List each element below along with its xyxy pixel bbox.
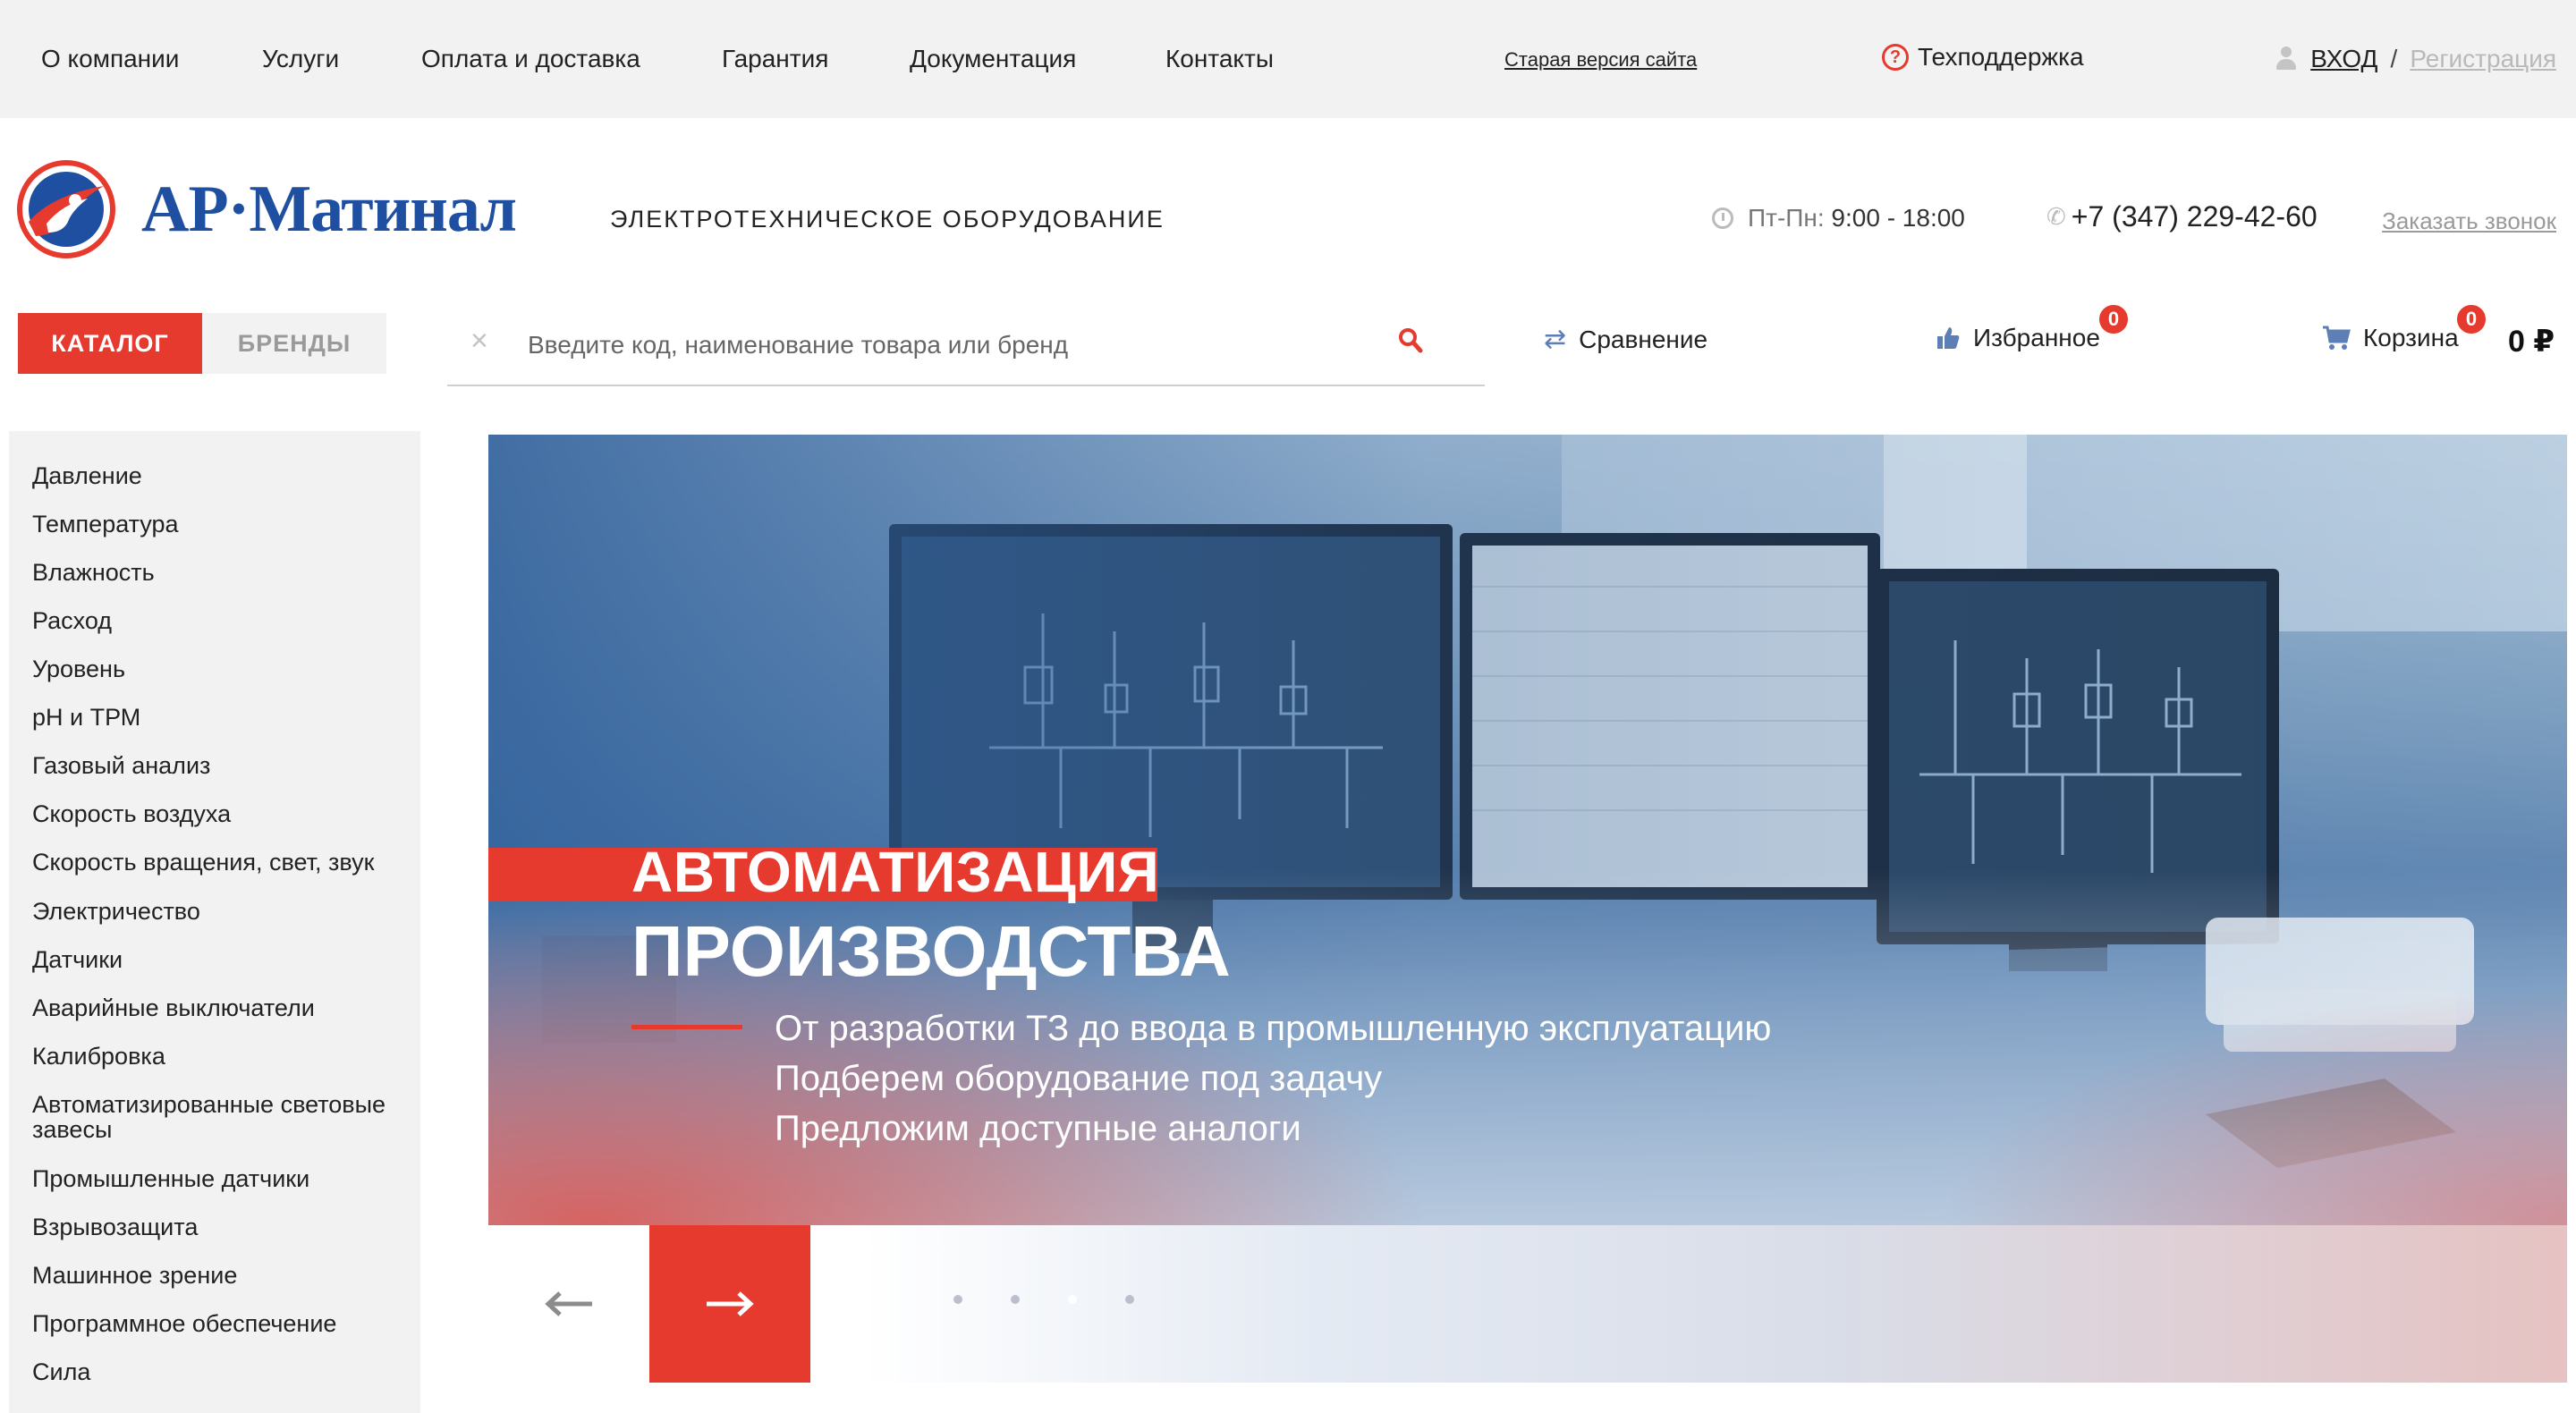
sidebar-item-level[interactable]: Уровень <box>9 656 420 681</box>
nav-link-services[interactable]: Услуги <box>262 45 339 73</box>
search-bar: × <box>447 313 1485 386</box>
sidebar-item-emergency-switches[interactable]: Аварийные выключатели <box>9 995 420 1020</box>
compare-label: Сравнение <box>1579 325 1708 353</box>
search-icon[interactable] <box>1397 326 1424 358</box>
hero-subtitle-line1: От разработки ТЗ до ввода в промышленную… <box>775 1009 1772 1048</box>
favorites-count-badge: 0 <box>2097 302 2131 336</box>
arrow-left-icon <box>545 1291 592 1316</box>
register-link[interactable]: Регистрация <box>2410 45 2556 73</box>
working-hours: Пт-Пн: 9:00 - 18:00 <box>1712 204 1965 233</box>
hero-subtitle-line2: Подберем оборудование под задачу <box>775 1059 1383 1098</box>
tab-brands[interactable]: БРЕНДЫ <box>202 313 386 374</box>
sidebar-item-power[interactable]: Сила <box>9 1359 420 1384</box>
nav-link-documentation[interactable]: Документация <box>910 45 1076 73</box>
hero-title-line2: ПРОИЗВОДСТВА <box>631 911 1231 991</box>
question-circle-icon: ? <box>1882 44 1909 71</box>
sidebar-item-sensors[interactable]: Датчики <box>9 947 420 972</box>
top-bar: О компании Услуги Оплата и доставка Гара… <box>0 0 2576 118</box>
company-tagline: ЭЛЕКТРОТЕХНИЧЕСКОЕ ОБОРУДОВАНИЕ <box>610 206 1165 233</box>
cart-count-badge: 0 <box>2454 302 2488 336</box>
sidebar-item-light-curtains[interactable]: Автоматизированные световые завесы <box>9 1092 420 1142</box>
nav-link-warranty[interactable]: Гарантия <box>722 45 828 73</box>
sidebar-item-machine-vision[interactable]: Машинное зрение <box>9 1263 420 1288</box>
logo-text: АР·Матинал <box>141 172 517 246</box>
favorites-label: Избранное <box>1973 324 2100 351</box>
cart-button[interactable]: Корзина <box>2322 324 2459 352</box>
clock-icon <box>1712 207 1733 229</box>
slider-dot-2[interactable] <box>1011 1295 1020 1304</box>
cart-total: 0 ₽ <box>2508 325 2555 359</box>
hours-value: 9:00 - 18:00 <box>1831 204 1965 232</box>
sidebar-item-ph[interactable]: pH и ТРМ <box>9 705 420 730</box>
sidebar-item-industrial-sensors[interactable]: Промышленные датчики <box>9 1166 420 1191</box>
support-label: Техподдержка <box>1918 43 2084 71</box>
logo-emblem-icon <box>17 160 115 258</box>
user-icon <box>2275 47 2298 72</box>
compare-button[interactable]: ⇄ Сравнение <box>1544 324 1707 355</box>
sidebar-item-temperature[interactable]: Температура <box>9 512 420 537</box>
arrow-right-icon <box>707 1291 754 1316</box>
login-link[interactable]: ВХОД <box>2310 45 2377 73</box>
close-icon[interactable]: × <box>470 324 488 359</box>
cart-label: Корзина <box>2363 324 2459 351</box>
hero-subtitle-line3: Предложим доступные аналоги <box>775 1109 1301 1148</box>
catalog-sidebar: Давление Температура Влажность Расход Ур… <box>9 431 420 1413</box>
sidebar-item-pressure[interactable]: Давление <box>9 463 420 488</box>
sidebar-item-calibration[interactable]: Калибровка <box>9 1044 420 1069</box>
nav-link-payment[interactable]: Оплата и доставка <box>421 45 640 73</box>
slider-next-button[interactable] <box>649 1225 810 1383</box>
sidebar-item-explosion-protection[interactable]: Взрывозащита <box>9 1214 420 1240</box>
auth-links: ВХОД / Регистрация <box>2275 45 2556 73</box>
hero-title-line1: АВТОМАТИЗАЦИЯ <box>631 840 1160 904</box>
sidebar-item-rotation-light-sound[interactable]: Скорость вращения, свет, звук <box>9 850 420 875</box>
slider-prev-button[interactable] <box>488 1225 649 1383</box>
sidebar-item-air-speed[interactable]: Скорость воздуха <box>9 801 420 826</box>
nav-link-contacts[interactable]: Контакты <box>1165 45 1274 73</box>
phone-icon: ✆ <box>2046 203 2066 230</box>
sidebar-item-gas-analysis[interactable]: Газовый анализ <box>9 753 420 778</box>
hero-banner[interactable]: АВТОМАТИЗАЦИЯ ПРОИЗВОДСТВА От разработки… <box>488 435 2567 1225</box>
cart-icon <box>2323 326 2351 350</box>
hero-divider <box>631 1025 742 1029</box>
nav-link-about[interactable]: О компании <box>41 45 179 73</box>
old-site-link[interactable]: Старая версия сайта <box>1504 48 1697 72</box>
slider-controls <box>488 1225 2567 1383</box>
thumbs-up-icon <box>1937 327 1960 349</box>
slider-dots <box>953 1295 1134 1304</box>
logo[interactable]: АР·Матинал <box>16 159 517 259</box>
favorites-button[interactable]: Избранное <box>1936 324 2100 352</box>
search-input[interactable] <box>528 326 1368 365</box>
hours-label: Пт-Пн: <box>1748 204 1825 232</box>
phone-link[interactable]: ✆ +7 (347) 229-42-60 <box>2046 200 2318 233</box>
phone-number: +7 (347) 229-42-60 <box>2071 200 2318 233</box>
hero-background-image <box>488 435 2567 1225</box>
callback-link[interactable]: Заказать звонок <box>2382 207 2556 235</box>
support-link[interactable]: ? Техподдержка <box>1882 43 2084 72</box>
slider-dot-1[interactable] <box>953 1295 962 1304</box>
compare-arrows-icon: ⇄ <box>1544 325 1567 354</box>
tab-catalog[interactable]: КАТАЛОГ <box>18 313 202 374</box>
sidebar-item-electricity[interactable]: Электричество <box>9 899 420 924</box>
sidebar-item-humidity[interactable]: Влажность <box>9 560 420 585</box>
auth-separator: / <box>2390 45 2398 72</box>
sidebar-item-flow[interactable]: Расход <box>9 608 420 633</box>
slider-dot-3[interactable] <box>1068 1295 1077 1304</box>
sidebar-item-software[interactable]: Программное обеспечение <box>9 1311 420 1336</box>
slider-dot-4[interactable] <box>1125 1295 1134 1304</box>
